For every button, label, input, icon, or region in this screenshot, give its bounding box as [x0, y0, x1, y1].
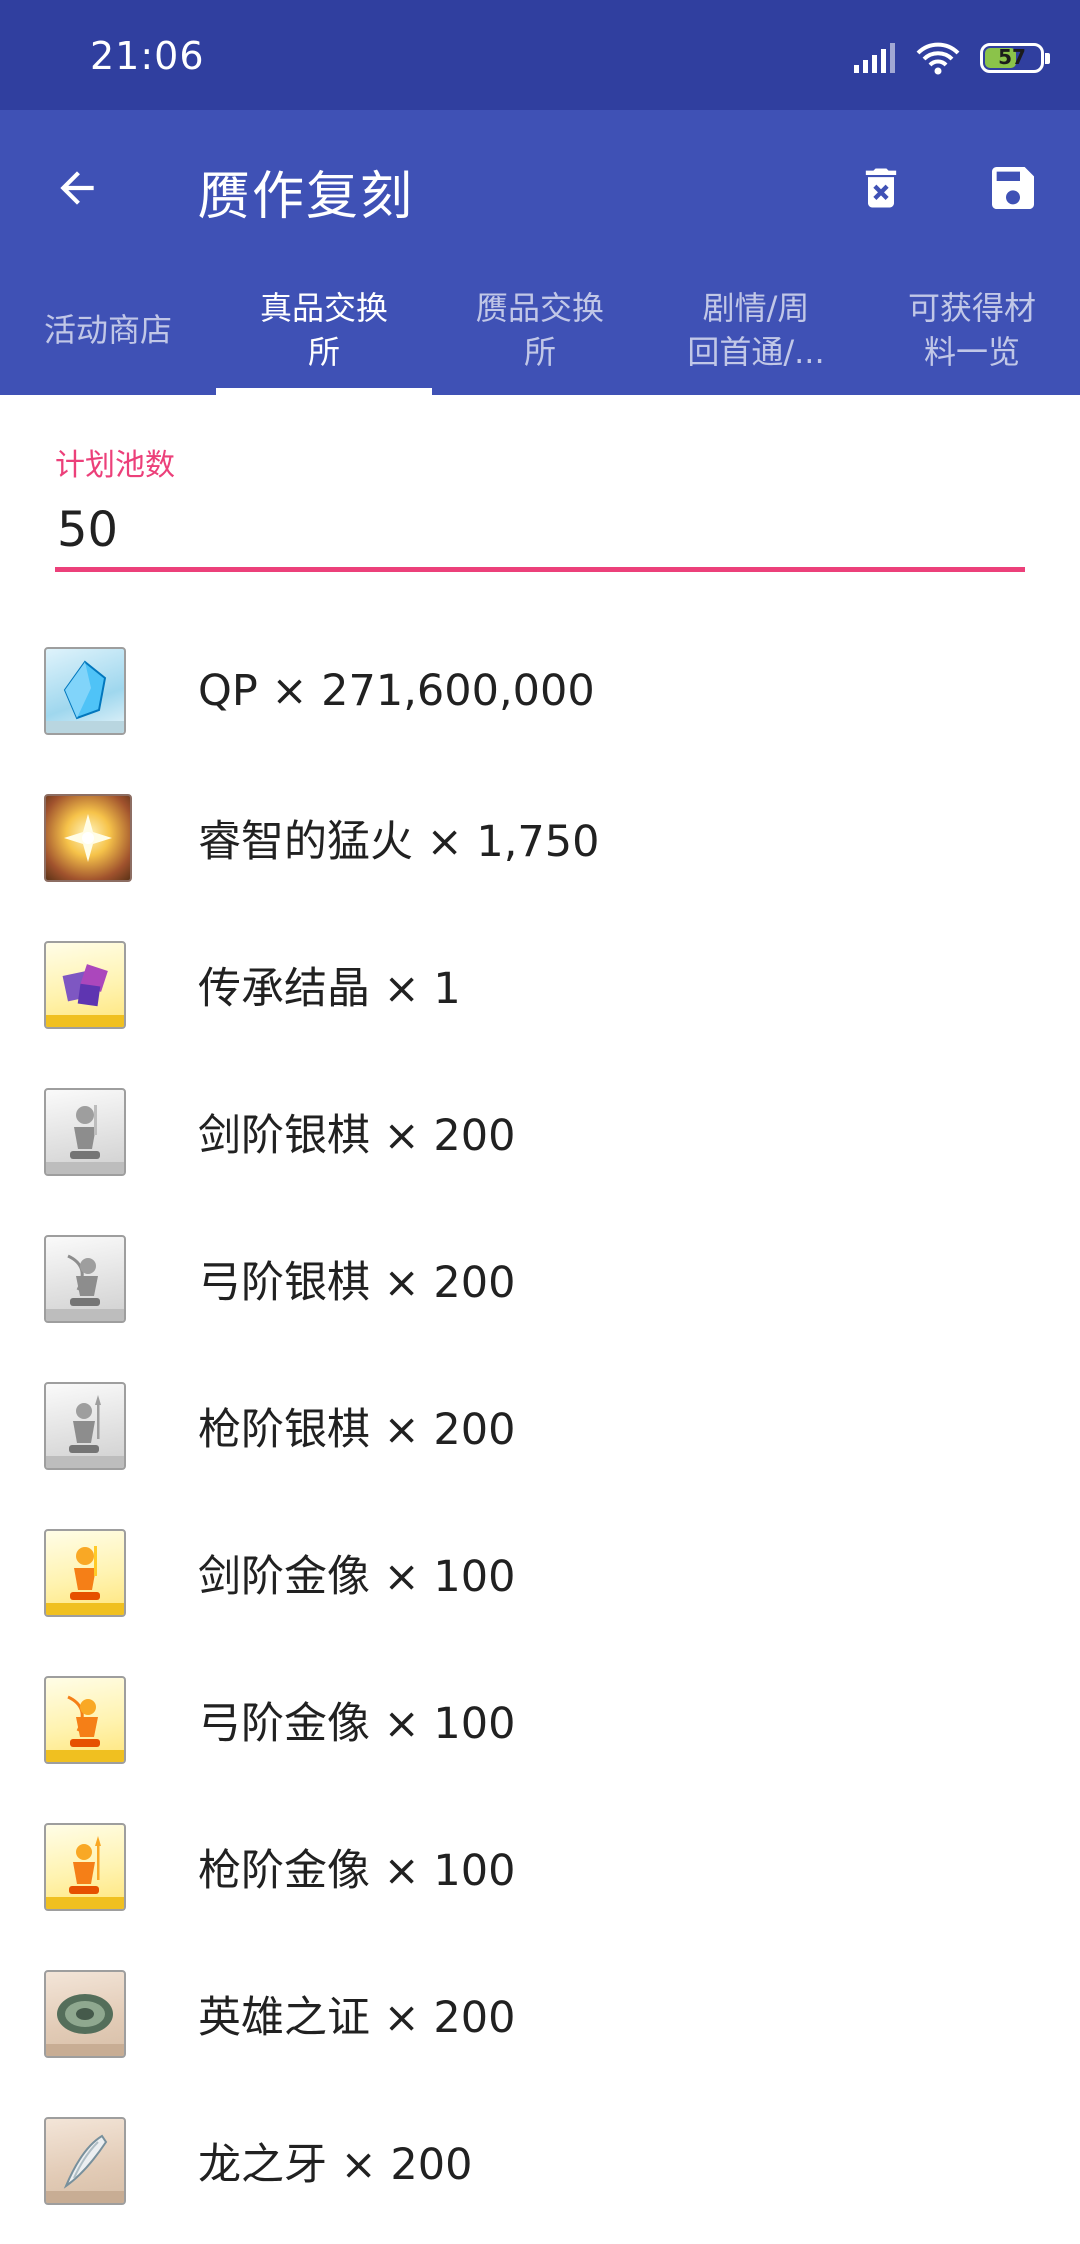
item-text: 剑阶银棋 × 200: [198, 1110, 516, 1161]
list-item[interactable]: 弓阶金像 × 100: [0, 1646, 1080, 1793]
tab-fake-exchange[interactable]: 赝品交换 所: [432, 265, 648, 395]
pool-count-input[interactable]: [55, 492, 1025, 572]
list-item[interactable]: 剑阶银棋 × 200: [0, 1058, 1080, 1205]
list-item[interactable]: 弓阶银棋 × 200: [0, 1205, 1080, 1352]
item-text: 传承结晶 × 1: [198, 963, 461, 1014]
status-bar: 21:06 57: [0, 0, 1080, 110]
battery-percent: 57: [998, 45, 1026, 69]
item-list: QP × 271,600,000 睿智的猛火 × 1,750 传承结晶 × 1: [0, 617, 1080, 2234]
tab-genuine-exchange[interactable]: 真品交换 所: [216, 265, 432, 395]
item-text: 枪阶银棋 × 200: [198, 1404, 516, 1455]
status-time: 21:06: [90, 34, 205, 78]
signal-icon: [854, 43, 895, 73]
item-text: 枪阶金像 × 100: [198, 1845, 516, 1896]
hero-proof-icon: [44, 1969, 126, 2058]
wisdom-fire-icon: [44, 793, 132, 882]
archer-silver-piece-icon: [44, 1234, 126, 1323]
tab-materials-overview[interactable]: 可获得材 料一览: [864, 265, 1080, 395]
save-icon: [992, 167, 1034, 209]
delete-button[interactable]: [836, 143, 926, 233]
list-item[interactable]: 传承结晶 × 1: [0, 911, 1080, 1058]
back-button[interactable]: [32, 143, 122, 233]
pool-count-label: 计划池数: [55, 448, 175, 483]
qp-crystal-icon: [44, 646, 126, 735]
list-item[interactable]: 枪阶金像 × 100: [0, 1793, 1080, 1940]
list-item[interactable]: 龙之牙 × 200: [0, 2087, 1080, 2234]
dragon-fang-icon: [44, 2116, 126, 2205]
list-item[interactable]: 枪阶银棋 × 200: [0, 1352, 1080, 1499]
save-button[interactable]: [968, 143, 1058, 233]
saber-gold-statue-icon: [44, 1528, 126, 1617]
item-text: 睿智的猛火 × 1,750: [198, 816, 600, 867]
battery-icon: 57: [980, 43, 1050, 73]
lancer-gold-statue-icon: [44, 1822, 126, 1911]
tab-bar: 活动商店 真品交换 所 赝品交换 所 剧情/周 回首通/... 可获得材 料一览: [0, 265, 1080, 395]
item-text: 弓阶金像 × 100: [198, 1698, 516, 1749]
item-text: 龙之牙 × 200: [198, 2139, 473, 2190]
delete-icon: [865, 168, 897, 208]
legacy-crystal-icon: [44, 940, 126, 1029]
pool-count-field: 计划池数: [55, 440, 1025, 572]
arrow-back-icon: [60, 171, 94, 205]
list-item[interactable]: 英雄之证 × 200: [0, 1940, 1080, 2087]
item-text: 英雄之证 × 200: [198, 1992, 516, 2043]
tab-story-first-clear[interactable]: 剧情/周 回首通/...: [648, 265, 864, 395]
saber-silver-piece-icon: [44, 1087, 126, 1176]
status-icons: 57: [854, 38, 1050, 78]
page-title: 赝作复刻: [198, 167, 415, 227]
app-bar: 赝作复刻: [0, 110, 1080, 265]
list-item[interactable]: 剑阶金像 × 100: [0, 1499, 1080, 1646]
item-text: QP × 271,600,000: [198, 665, 595, 716]
item-text: 弓阶银棋 × 200: [198, 1257, 516, 1308]
item-text: 剑阶金像 × 100: [198, 1551, 516, 1602]
archer-gold-statue-icon: [44, 1675, 126, 1764]
lancer-silver-piece-icon: [44, 1381, 126, 1470]
tab-event-shop[interactable]: 活动商店: [0, 265, 216, 395]
list-item[interactable]: QP × 271,600,000: [0, 617, 1080, 764]
wifi-icon: [916, 42, 960, 75]
list-item[interactable]: 睿智的猛火 × 1,750: [0, 764, 1080, 911]
